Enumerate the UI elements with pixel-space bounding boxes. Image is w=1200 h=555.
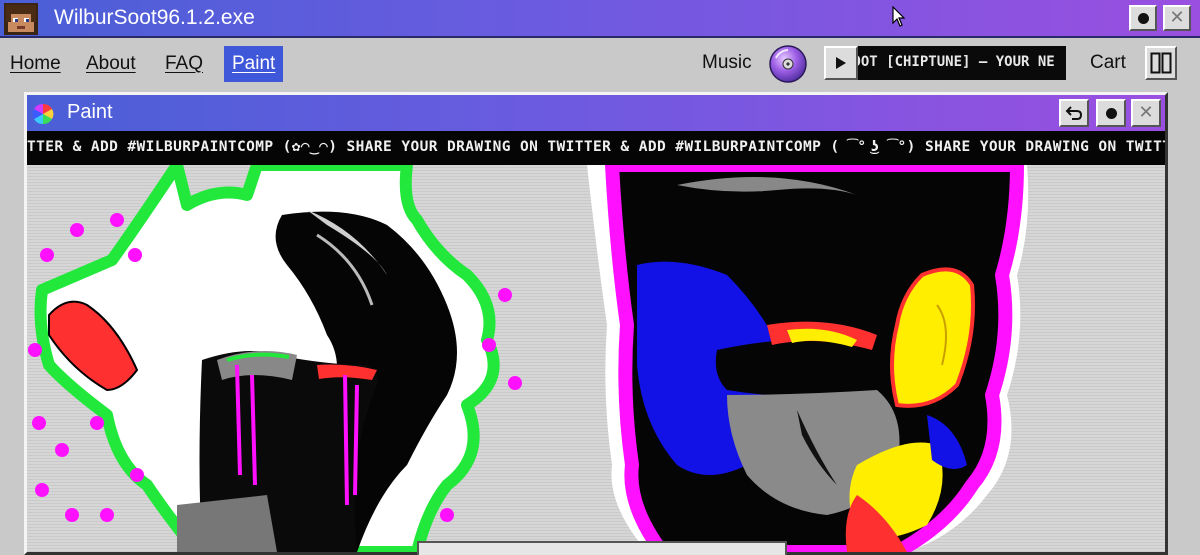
now-playing-ticker: SOOT [CHIPTUNE] — YOUR NE (858, 46, 1066, 80)
play-button[interactable] (824, 46, 858, 80)
music-label: Music (702, 52, 752, 73)
menu-item-paint[interactable]: Paint (224, 46, 284, 82)
compact-disc-icon[interactable] (768, 44, 808, 84)
record-button[interactable] (1129, 5, 1157, 31)
drawing-canvas[interactable] (27, 165, 1165, 552)
menu-bar: Home About FAQ Paint Music SOOT [CHIPTUN… (0, 40, 1200, 86)
play-icon (836, 57, 846, 69)
pixel-avatar-icon (4, 3, 38, 35)
announcement-text: TTER & ADD #WILBURPAINTCOMP (✿◠‿◠) SHARE… (27, 139, 1165, 155)
mouse-cursor-icon (892, 6, 906, 27)
dot-icon (1137, 12, 1149, 24)
announcement-marquee: TTER & ADD #WILBURPAINTCOMP (✿◠‿◠) SHARE… (27, 131, 1165, 165)
menu-item-about[interactable]: About (78, 46, 144, 82)
paint-titlebar[interactable]: Paint ✕ (27, 95, 1165, 131)
color-wheel-icon (32, 103, 54, 125)
close-icon: ✕ (1138, 102, 1154, 123)
canvas-scrollbar[interactable] (417, 541, 787, 555)
window-title: WilburSoot96.1.2.exe (54, 6, 255, 29)
main-titlebar[interactable]: WilburSoot96.1.2.exe ✕ (0, 0, 1200, 38)
record-paint-button[interactable] (1096, 99, 1126, 127)
cart-label: Cart (1090, 52, 1126, 73)
cart-count-digits (1150, 52, 1172, 74)
close-paint-button[interactable]: ✕ (1131, 99, 1161, 127)
paint-window: Paint ✕ TTER & ADD #WILBURPAINTCOMP (✿◠‿… (24, 92, 1168, 555)
close-icon: ✕ (1169, 7, 1185, 28)
dot-icon (1105, 107, 1117, 119)
menu-item-faq[interactable]: FAQ (157, 46, 211, 82)
cart-button[interactable] (1145, 46, 1177, 80)
undo-icon (1065, 106, 1083, 120)
canvas-artwork (28, 165, 1029, 552)
close-button[interactable]: ✕ (1163, 5, 1191, 31)
paint-window-title: Paint (67, 101, 113, 123)
menu-item-home[interactable]: Home (2, 46, 69, 82)
undo-button[interactable] (1059, 99, 1089, 127)
now-playing-text: SOOT [CHIPTUNE] — YOUR NE (858, 54, 1055, 70)
